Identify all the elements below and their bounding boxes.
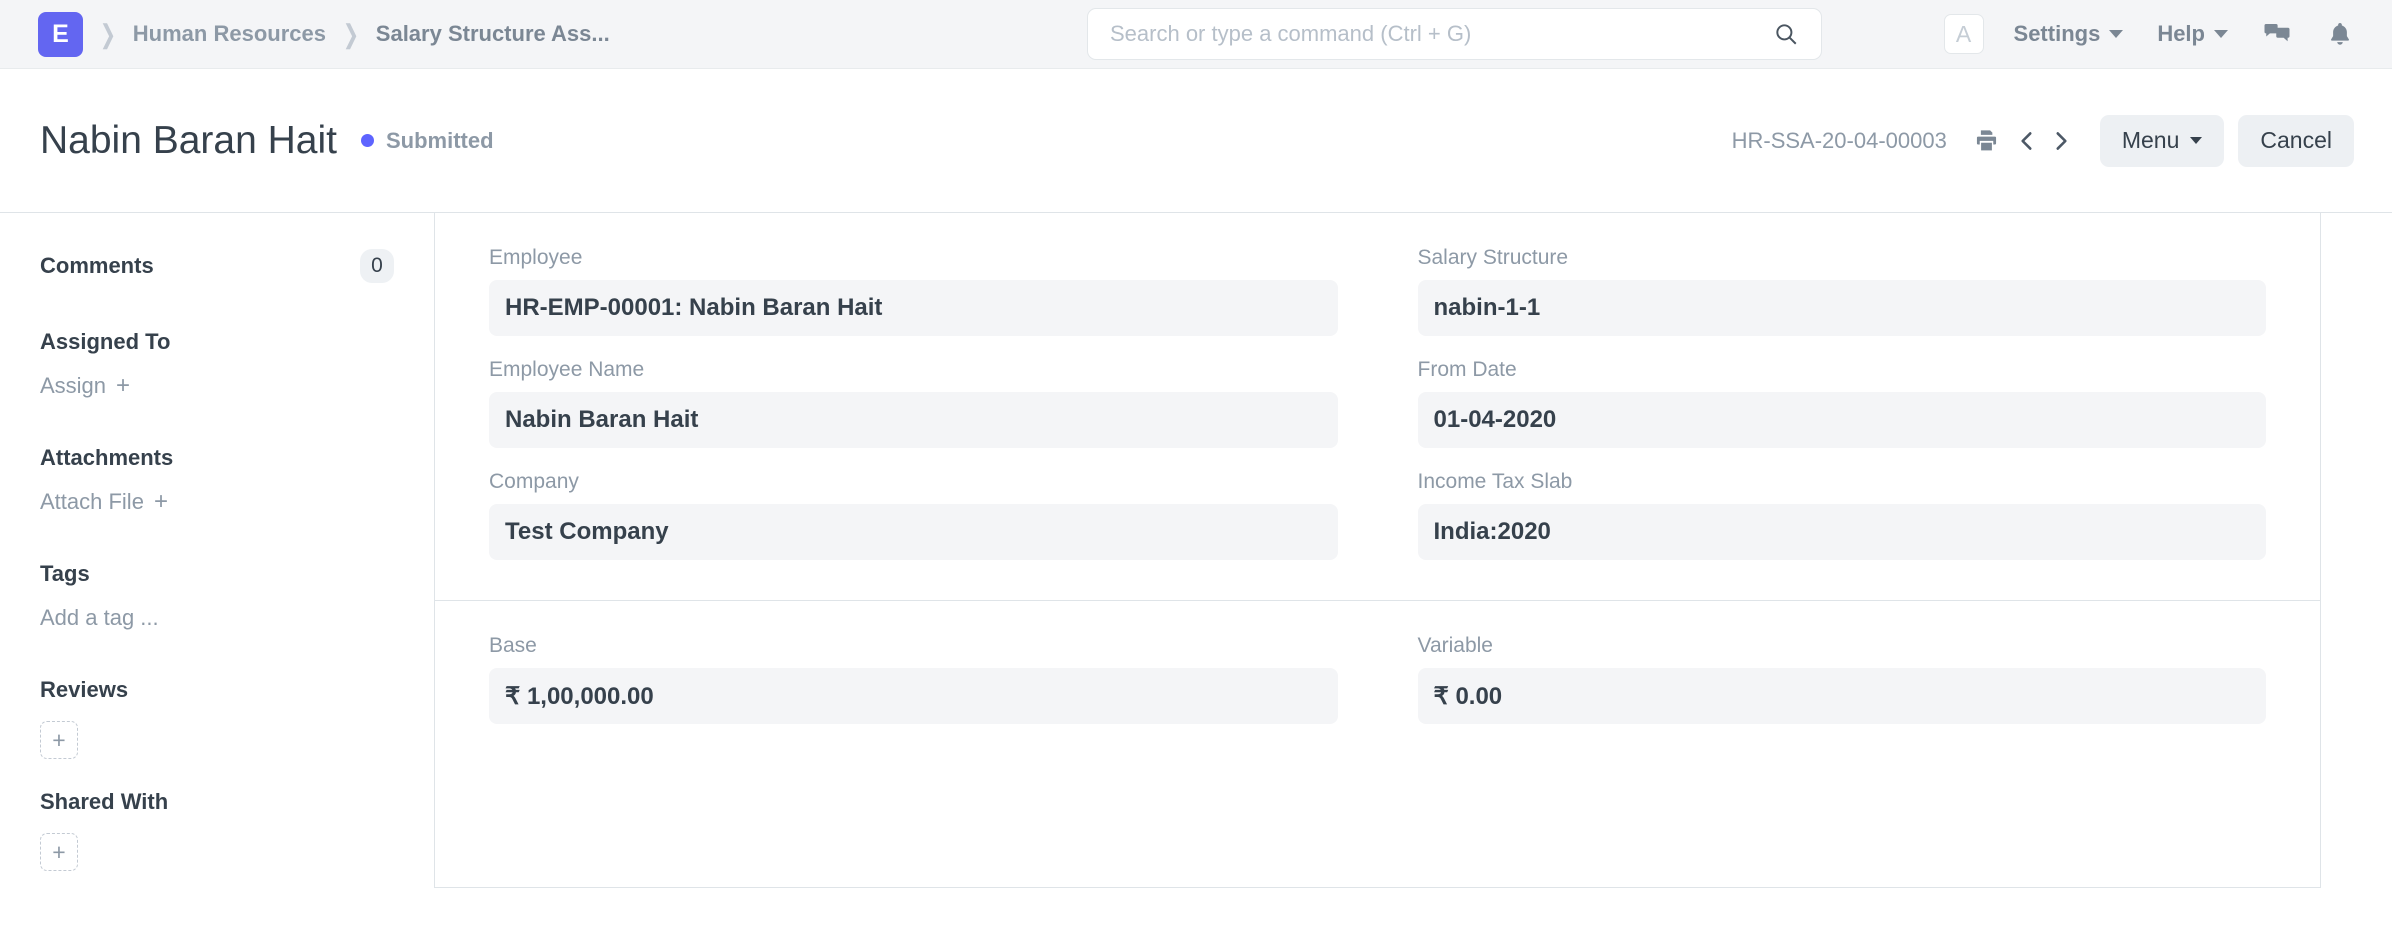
field-label: Income Tax Slab (1417, 470, 1573, 493)
cancel-button[interactable]: Cancel (2238, 114, 2354, 167)
from-date-input[interactable]: 01-04-2020 (1417, 392, 2266, 448)
form-card: Employee HR-EMP-00001: Nabin Baran Hait … (434, 213, 2321, 888)
attach-file-label: Attach File (40, 489, 144, 514)
breadcrumb-separator-icon: ❯ (342, 19, 360, 49)
field-label: Employee Name (489, 358, 645, 381)
top-navbar: E ❯ Human Resources ❯ Salary Structure A… (0, 0, 2392, 69)
field-label: Variable (1417, 634, 1494, 657)
nav-settings-menu[interactable]: Settings (2014, 21, 2124, 47)
previous-document-button[interactable] (2010, 126, 2044, 156)
field-income-tax-slab: Income Tax Slab India:2020 (1417, 470, 2266, 560)
breadcrumb-item-human-resources[interactable]: Human Resources (133, 21, 326, 47)
field-employee: Employee HR-EMP-00001: Nabin Baran Hait (489, 246, 1338, 336)
chat-icon[interactable] (2262, 19, 2292, 49)
comments-label: Comments (40, 253, 154, 278)
page-title: Nabin Baran Hait (40, 118, 337, 162)
breadcrumb-item-salary-structure-assignment[interactable]: Salary Structure Ass... (376, 21, 610, 47)
notification-bell-icon[interactable] (2326, 20, 2354, 48)
sidebar-section-comments: Comments 0 (40, 249, 394, 283)
tags-label: Tags (40, 561, 90, 586)
menu-button-label: Menu (2121, 127, 2180, 153)
plus-icon: + (153, 488, 168, 515)
field-company: Company Test Company (489, 470, 1338, 560)
form-section-amounts: Base ₹ 1,00,000.00 Variable ₹ 0.00 (435, 600, 2320, 764)
form-sidebar: Comments 0 Assigned To Assign + Attachme… (0, 213, 434, 871)
status-badge: Submitted (386, 127, 494, 153)
global-search (1087, 8, 1822, 60)
salary-structure-input[interactable]: nabin-1-1 (1417, 280, 2266, 336)
add-review-button[interactable]: + (40, 721, 78, 759)
attachments-label: Attachments (40, 445, 174, 470)
form-column-left: Base ₹ 1,00,000.00 (489, 634, 1378, 724)
page-header-actions: HR-SSA-20-04-00003 Menu Cancel (1731, 114, 2354, 167)
reviews-label: Reviews (40, 677, 129, 702)
shared-with-label: Shared With (40, 789, 169, 814)
chevron-down-icon (2190, 137, 2203, 144)
field-from-date: From Date 01-04-2020 (1417, 358, 2266, 448)
sidebar-section-assigned-to: Assigned To Assign + (40, 329, 394, 399)
field-base: Base ₹ 1,00,000.00 (489, 634, 1338, 724)
company-input[interactable]: Test Company (489, 504, 1338, 560)
page-body: Comments 0 Assigned To Assign + Attachme… (0, 213, 2392, 931)
income-tax-slab-input[interactable]: India:2020 (1417, 504, 2266, 560)
nav-help-menu[interactable]: Help (2157, 21, 2228, 47)
nav-help-label: Help (2157, 21, 2205, 46)
attach-file-button[interactable]: Attach File + (40, 489, 394, 515)
employee-name-input[interactable]: Nabin Baran Hait (489, 392, 1338, 448)
assign-button[interactable]: Assign + (40, 373, 394, 399)
breadcrumb: E ❯ Human Resources ❯ Salary Structure A… (38, 11, 610, 57)
employee-input[interactable]: HR-EMP-00001: Nabin Baran Hait (489, 280, 1338, 336)
plus-icon: + (116, 372, 131, 399)
field-label: Employee (489, 246, 583, 269)
field-label: Base (489, 634, 537, 657)
sidebar-section-tags: Tags Add a tag ... (40, 561, 394, 631)
base-input[interactable]: ₹ 1,00,000.00 (489, 668, 1338, 724)
document-id: HR-SSA-20-04-00003 (1731, 127, 1947, 153)
assign-label: Assign (40, 373, 107, 398)
sidebar-section-reviews: Reviews + (40, 677, 394, 759)
plus-icon: + (52, 726, 66, 753)
breadcrumb-separator-icon: ❯ (99, 19, 117, 49)
field-label: Salary Structure (1417, 246, 1569, 269)
form-column-left: Employee HR-EMP-00001: Nabin Baran Hait … (489, 246, 1378, 560)
field-variable: Variable ₹ 0.00 (1417, 634, 2266, 724)
avatar[interactable]: A (1943, 14, 1984, 54)
search-box[interactable] (1087, 8, 1822, 60)
navbar-right-group: A Settings Help (1943, 14, 2354, 54)
chevron-down-icon (2109, 30, 2124, 38)
assigned-to-label: Assigned To (40, 329, 171, 354)
field-employee-name: Employee Name Nabin Baran Hait (489, 358, 1338, 448)
form-section-details: Employee HR-EMP-00001: Nabin Baran Hait … (435, 213, 2320, 600)
add-share-button[interactable]: + (40, 833, 78, 871)
status-indicator-dot (361, 134, 374, 147)
cancel-button-label: Cancel (2260, 127, 2332, 153)
comments-count-badge: 0 (360, 249, 394, 283)
variable-input[interactable]: ₹ 0.00 (1417, 668, 2266, 724)
page-header: Nabin Baran Hait Submitted HR-SSA-20-04-… (0, 69, 2392, 213)
add-tag-placeholder: Add a tag ... (40, 605, 159, 630)
field-label: From Date (1417, 358, 1517, 381)
sidebar-section-attachments: Attachments Attach File + (40, 445, 394, 515)
add-tag-input[interactable]: Add a tag ... (40, 605, 394, 631)
app-logo[interactable]: E (38, 11, 83, 57)
nav-settings-label: Settings (2013, 21, 2101, 46)
search-icon (1773, 21, 1799, 47)
sidebar-section-shared-with: Shared With + (40, 789, 394, 871)
search-input[interactable] (1110, 21, 1773, 47)
field-label: Company (489, 470, 579, 493)
form-column-right: Variable ₹ 0.00 (1378, 634, 2266, 724)
menu-button[interactable]: Menu (2099, 114, 2225, 167)
print-icon[interactable] (1973, 127, 2000, 154)
next-document-button[interactable] (2044, 126, 2078, 156)
form-column-right: Salary Structure nabin-1-1 From Date 01-… (1378, 246, 2266, 560)
plus-icon: + (52, 838, 66, 865)
chevron-down-icon (2214, 30, 2228, 38)
field-salary-structure: Salary Structure nabin-1-1 (1417, 246, 2266, 336)
page-title-group: Nabin Baran Hait Submitted (40, 119, 1732, 163)
